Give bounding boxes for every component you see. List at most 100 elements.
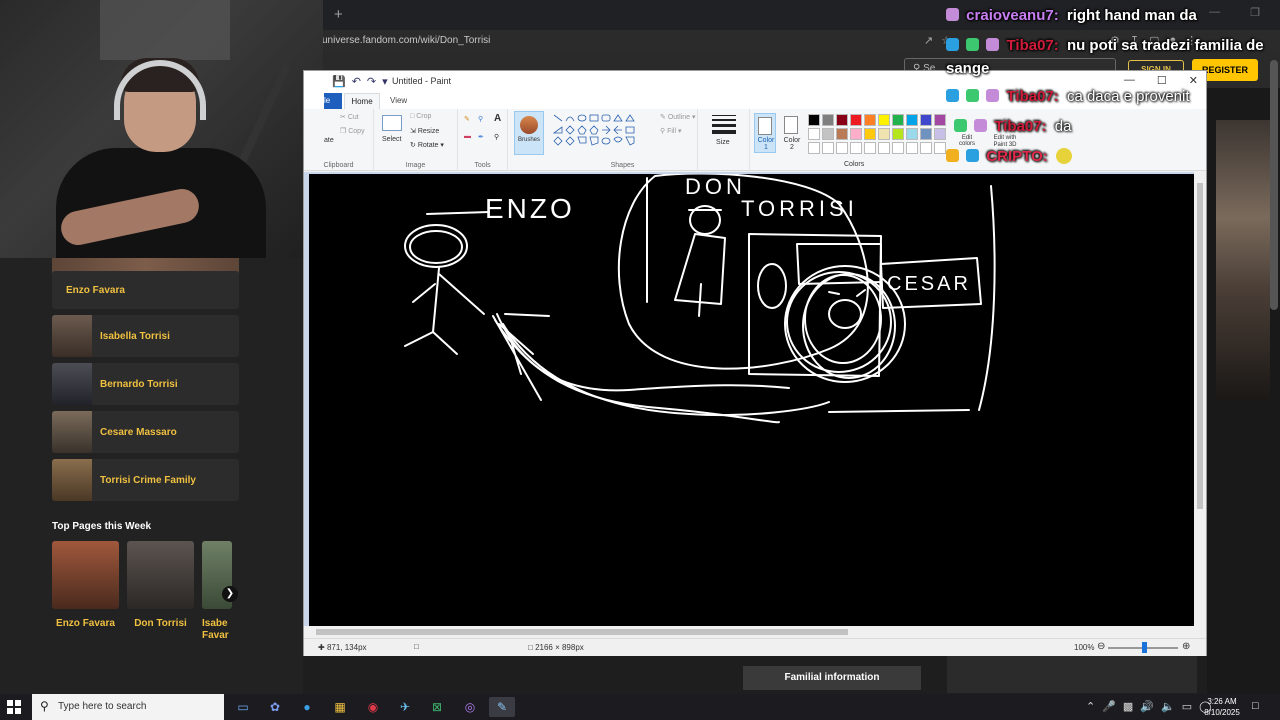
magnifier-icon[interactable]: ⚲ bbox=[494, 133, 499, 141]
page-scrollbar[interactable] bbox=[1270, 60, 1278, 310]
tab-file[interactable]: le bbox=[324, 93, 342, 109]
palette-swatch[interactable] bbox=[878, 128, 890, 140]
palette-swatch[interactable] bbox=[878, 114, 890, 126]
file-explorer-icon[interactable]: ▦ bbox=[327, 697, 353, 717]
line-size-icon[interactable] bbox=[712, 115, 736, 134]
palette-swatch[interactable] bbox=[850, 142, 862, 154]
taskbar-clock[interactable]: 3:26 AM 8/10/2025 bbox=[1198, 696, 1246, 718]
tab-view[interactable]: View bbox=[390, 93, 407, 109]
side-item-isabella-torrisi[interactable]: Isabella Torrisi bbox=[52, 315, 239, 357]
palette-swatch[interactable] bbox=[822, 114, 834, 126]
task-view-icon[interactable]: ▭ bbox=[230, 697, 256, 717]
horizontal-scroll-thumb[interactable] bbox=[316, 629, 848, 635]
paste-button[interactable]: ate bbox=[324, 137, 334, 144]
menu-icon[interactable]: ⋮ bbox=[1186, 34, 1197, 47]
side-item-cesare-massaro[interactable]: Cesare Massaro bbox=[52, 411, 239, 453]
minimize-icon[interactable]: — bbox=[1209, 6, 1220, 19]
drawing-canvas[interactable]: ENZO DON TORRISI CESAR bbox=[309, 172, 1194, 626]
palette-swatch[interactable] bbox=[808, 128, 820, 140]
palette-swatch[interactable] bbox=[920, 142, 932, 154]
top-page-card[interactable]: Enzo Favara bbox=[52, 541, 119, 642]
palette-swatch[interactable] bbox=[822, 128, 834, 140]
palette-swatch[interactable] bbox=[906, 114, 918, 126]
chrome-icon[interactable]: ◉ bbox=[360, 697, 386, 717]
palette-swatch[interactable] bbox=[934, 128, 946, 140]
network-icon[interactable]: ▩ bbox=[1123, 700, 1133, 713]
color-picker-icon[interactable]: ✒ bbox=[478, 133, 484, 141]
edit-with-paint3d-button[interactable]: Edit with Paint 3D bbox=[988, 135, 1022, 149]
bookmark-star-icon[interactable]: ☆ bbox=[941, 34, 951, 47]
palette-swatch[interactable] bbox=[822, 142, 834, 154]
text-tool-icon[interactable]: A bbox=[494, 113, 501, 124]
side-item-enzo-favara[interactable]: Enzo Favara bbox=[52, 271, 239, 309]
close-icon[interactable]: ✕ bbox=[1189, 74, 1198, 87]
edge-icon[interactable]: ● bbox=[294, 697, 320, 717]
volume-icon[interactable]: 🔊 bbox=[1140, 700, 1154, 713]
resize-button[interactable]: ⇲ Resize bbox=[410, 127, 439, 135]
copy-button[interactable]: ❐ Copy bbox=[340, 127, 365, 135]
notifications-icon[interactable]: □ bbox=[1252, 700, 1259, 712]
palette-swatch[interactable] bbox=[808, 114, 820, 126]
palette-swatch[interactable] bbox=[836, 114, 848, 126]
show-hidden-icons-icon[interactable]: ⌃ bbox=[1086, 700, 1095, 713]
palette-swatch[interactable] bbox=[934, 114, 946, 126]
select-icon[interactable] bbox=[382, 115, 402, 131]
palette-swatch[interactable] bbox=[864, 114, 876, 126]
palette-swatch[interactable] bbox=[892, 142, 904, 154]
share-icon[interactable]: ↗ bbox=[924, 34, 933, 47]
palette-swatch[interactable] bbox=[934, 142, 946, 154]
palette-swatch[interactable] bbox=[850, 128, 862, 140]
outline-button[interactable]: ✎ Outline ▾ bbox=[660, 113, 695, 121]
palette-swatch[interactable] bbox=[864, 142, 876, 154]
palette-swatch[interactable] bbox=[920, 114, 932, 126]
eraser-icon[interactable]: ▬ bbox=[464, 133, 471, 140]
top-page-card[interactable]: Don Torrisi bbox=[127, 541, 194, 642]
fill-bucket-icon[interactable]: ⚲ bbox=[478, 115, 483, 123]
palette-swatch[interactable] bbox=[836, 142, 848, 154]
shapes-gallery[interactable] bbox=[552, 113, 648, 149]
windows-start-icon[interactable] bbox=[6, 699, 22, 715]
palette-swatch[interactable] bbox=[906, 142, 918, 154]
microphone-icon[interactable]: 🎤 bbox=[1102, 700, 1116, 713]
palette-swatch[interactable] bbox=[892, 128, 904, 140]
palette-swatch[interactable] bbox=[808, 142, 820, 154]
rotate-button[interactable]: ↻ Rotate ▾ bbox=[410, 141, 444, 149]
brushes-button[interactable] bbox=[514, 111, 544, 155]
restore-icon[interactable]: ❐ bbox=[1250, 6, 1260, 19]
zoom-in-icon[interactable]: ⊕ bbox=[1182, 641, 1190, 652]
vertical-scroll-thumb[interactable] bbox=[1197, 183, 1203, 509]
crop-button[interactable]: □ Crop bbox=[410, 113, 431, 120]
discord-icon[interactable]: ◎ bbox=[457, 697, 483, 717]
pencil-icon[interactable]: ✎ bbox=[464, 115, 470, 123]
xbox-icon[interactable]: ⊠ bbox=[424, 697, 450, 717]
side-item-torrisi-crime-family[interactable]: Torrisi Crime Family bbox=[52, 459, 239, 501]
palette-swatch[interactable] bbox=[920, 128, 932, 140]
sidebar-icon[interactable]: ▢ bbox=[1149, 34, 1159, 47]
redo-icon[interactable]: ↷ bbox=[367, 75, 376, 88]
speaker-icon[interactable]: 🔈 bbox=[1161, 700, 1175, 713]
paint-app-icon[interactable]: ✎ bbox=[489, 697, 515, 717]
battery-icon[interactable]: ▭ bbox=[1182, 700, 1192, 713]
maximize-icon[interactable]: ☐ bbox=[1157, 74, 1167, 87]
side-item-bernardo-torrisi[interactable]: Bernardo Torrisi bbox=[52, 363, 239, 405]
cut-button[interactable]: ✂ Cut bbox=[340, 113, 359, 121]
zoom-slider-thumb[interactable] bbox=[1142, 642, 1147, 653]
profile-icon[interactable]: ● bbox=[1170, 34, 1177, 47]
palette-swatch[interactable] bbox=[836, 128, 848, 140]
minimize-icon[interactable]: — bbox=[1124, 74, 1135, 87]
copilot-icon[interactable]: ✿ bbox=[262, 697, 288, 717]
palette-swatch[interactable] bbox=[864, 128, 876, 140]
customize-qa-icon[interactable]: ▾ bbox=[382, 75, 388, 88]
select-button[interactable]: Select bbox=[382, 136, 401, 143]
palette-swatch[interactable] bbox=[906, 128, 918, 140]
new-tab-button[interactable]: + bbox=[334, 6, 343, 23]
extension-icon[interactable]: ⚙ bbox=[1110, 34, 1120, 47]
familial-information-header[interactable]: Familial information bbox=[743, 666, 921, 690]
download-icon[interactable]: ↧ bbox=[1130, 34, 1139, 47]
fill-button[interactable]: ⚲ Fill ▾ bbox=[660, 127, 682, 135]
tab-home[interactable]: Home bbox=[344, 93, 380, 109]
save-icon[interactable]: 💾 bbox=[332, 75, 346, 88]
undo-icon[interactable]: ↶ bbox=[352, 75, 361, 88]
palette-swatch[interactable] bbox=[892, 114, 904, 126]
chevron-right-icon[interactable]: ❯ bbox=[222, 586, 238, 602]
